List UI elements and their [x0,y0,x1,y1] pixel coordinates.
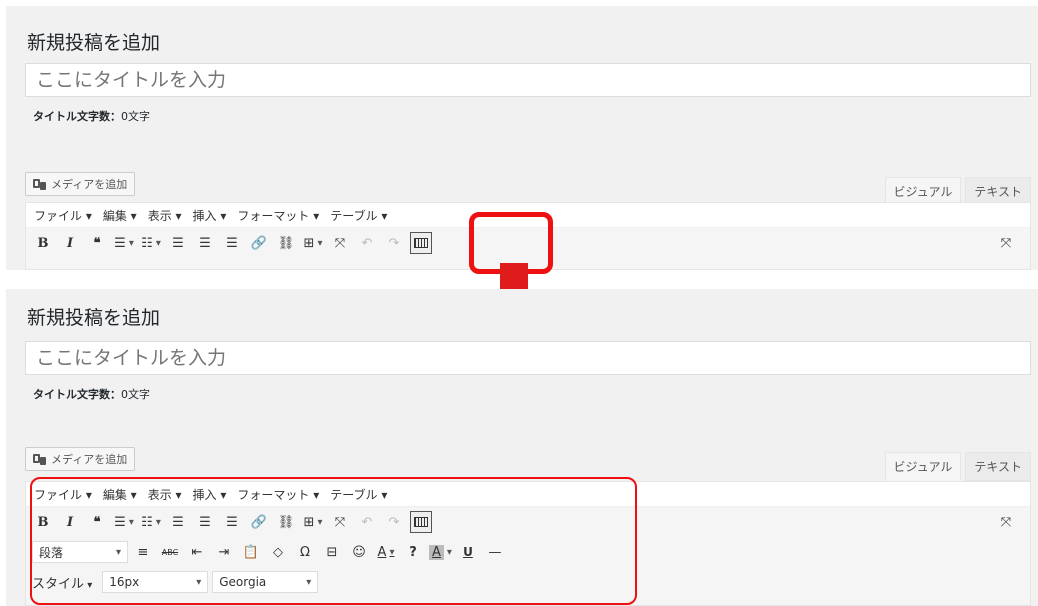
keyboard-glyph [414,238,428,248]
redo-icon[interactable]: ↷ [383,232,405,254]
link-icon[interactable]: 🔗 [248,232,270,254]
title-count-label: タイトル文字数： [33,110,121,123]
media-icon [33,452,47,466]
menu-file[interactable]: ファイル ▾ [34,207,92,224]
page-title: 新規投稿を追加 [27,307,161,329]
title-count-label: タイトル文字数： [33,388,121,401]
align-left-icon[interactable]: ☰ [167,232,189,254]
blockquote-icon[interactable]: ❝ [86,232,108,254]
table-icon[interactable]: ⊞ [302,232,324,254]
add-media-label: メディアを追加 [51,453,128,466]
add-media-button[interactable]: メディアを追加 [25,447,136,471]
highlight-expanded-toolbar [30,477,637,605]
title-input[interactable] [25,341,1031,375]
italic-icon[interactable]: I [59,232,81,254]
toolbar-toggle-keyboard-icon[interactable] [410,232,432,254]
menu-table[interactable]: テーブル ▾ [330,207,387,224]
align-center-icon[interactable]: ☰ [194,232,216,254]
editor-tabs: ビジュアル テキスト [884,452,1031,481]
title-count-value: 0文字 [121,110,150,123]
distraction-free-icon[interactable]: ⤧ [995,232,1017,254]
tab-text[interactable]: テキスト [965,452,1031,481]
media-icon [33,177,47,191]
unlink-icon[interactable]: ⛓ [275,232,297,254]
title-char-count: タイトル文字数：0文字 [33,108,150,124]
title-input[interactable] [25,63,1031,97]
page-title: 新規投稿を追加 [27,32,161,54]
distraction-free-icon[interactable]: ⤧ [995,511,1017,533]
fullscreen-icon[interactable]: ⤧ [329,232,351,254]
add-media-label: メディアを追加 [51,178,128,191]
menu-view[interactable]: 表示 ▾ [148,207,182,224]
undo-icon[interactable]: ↶ [356,232,378,254]
numbered-list-icon[interactable]: ☷ [140,232,162,254]
add-media-button[interactable]: メディアを追加 [25,172,136,196]
title-count-value: 0文字 [121,388,150,401]
title-char-count: タイトル文字数：0文字 [33,386,150,402]
tab-visual[interactable]: ビジュアル [884,452,962,481]
menu-format[interactable]: フォーマット ▾ [237,207,319,224]
align-right-icon[interactable]: ☰ [221,232,243,254]
menu-insert[interactable]: 挿入 ▾ [193,207,227,224]
bold-icon[interactable]: B [32,232,54,254]
menu-edit[interactable]: 編集 ▾ [103,207,137,224]
bullet-list-icon[interactable]: ☰ [113,232,135,254]
